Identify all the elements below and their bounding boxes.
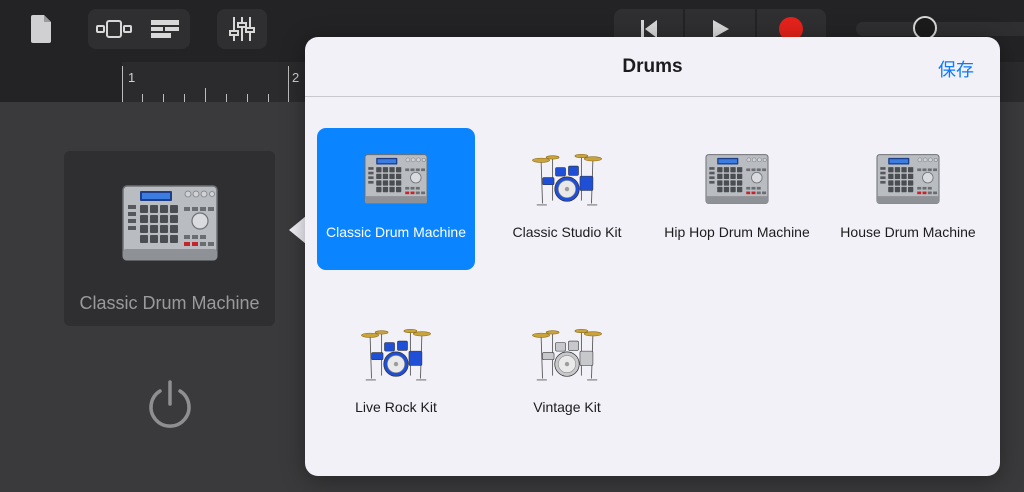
- ruler-tick: [142, 94, 143, 102]
- ruler-tick: [122, 66, 123, 102]
- track-header-spacer: [0, 62, 122, 102]
- bar-number: 2: [292, 70, 300, 85]
- drum-machine-icon: [363, 151, 429, 207]
- drum-kit-blue-icon: [360, 325, 432, 383]
- instrument-name: Classic Drum Machine: [79, 293, 260, 313]
- ruler-tick: [205, 88, 206, 102]
- mixer-button[interactable]: [217, 9, 267, 49]
- drum-option-label: Hip Hop Drum Machine: [664, 224, 810, 240]
- drum-option-vintage-kit[interactable]: Vintage Kit: [488, 303, 646, 445]
- ruler-tick: [184, 94, 185, 102]
- drum-option-live-rock-kit[interactable]: Live Rock Kit: [317, 303, 475, 445]
- drum-option-label: Classic Drum Machine: [325, 224, 467, 240]
- tracks-view-icon: [95, 20, 132, 38]
- drum-kit-blue-icon: [531, 150, 603, 208]
- ruler-tick: [268, 94, 269, 102]
- drum-option-classic-studio-kit[interactable]: Classic Studio Kit: [488, 128, 646, 270]
- drum-machine-icon: [704, 151, 770, 207]
- tracks-view-button[interactable]: [88, 9, 139, 49]
- drum-option-hip-hop-drum-machine[interactable]: Hip Hop Drum Machine: [658, 128, 816, 270]
- drum-option-label: Vintage Kit: [533, 399, 601, 415]
- drums-popover: Drums 保存 Classic Drum Machine Classic St…: [305, 37, 1000, 476]
- drum-option-classic-drum-machine[interactable]: Classic Drum Machine: [317, 128, 475, 270]
- drum-option-label: Classic Studio Kit: [512, 224, 622, 240]
- live-loops-icon: [150, 20, 179, 38]
- master-volume-slider[interactable]: [856, 22, 1024, 36]
- power-button[interactable]: [144, 378, 196, 430]
- drum-machine-icon: [120, 183, 220, 263]
- view-toggle-group: [88, 9, 190, 49]
- drum-kit-silver-icon: [531, 325, 603, 383]
- ruler-tick: [247, 94, 248, 102]
- drum-option-label: Live Rock Kit: [355, 399, 437, 415]
- document-button[interactable]: [24, 10, 58, 48]
- ruler-tick: [288, 66, 289, 102]
- popover-arrow: [289, 216, 306, 244]
- ruler-tick: [163, 94, 164, 102]
- popover-title: Drums: [622, 56, 683, 77]
- bar-number: 1: [128, 70, 136, 85]
- document-icon: [31, 15, 51, 43]
- power-icon: [149, 380, 191, 428]
- drum-machine-icon: [875, 151, 941, 207]
- live-loops-button[interactable]: [139, 9, 190, 49]
- drum-option-house-drum-machine[interactable]: House Drum Machine: [829, 128, 987, 270]
- ruler-tick: [226, 94, 227, 102]
- instrument-card[interactable]: Classic Drum Machine: [64, 151, 275, 326]
- mixer-sliders-icon: [229, 17, 255, 41]
- save-button[interactable]: 保存: [938, 56, 974, 82]
- popover-header: Drums 保存: [305, 37, 1000, 97]
- drum-option-label: House Drum Machine: [840, 224, 976, 240]
